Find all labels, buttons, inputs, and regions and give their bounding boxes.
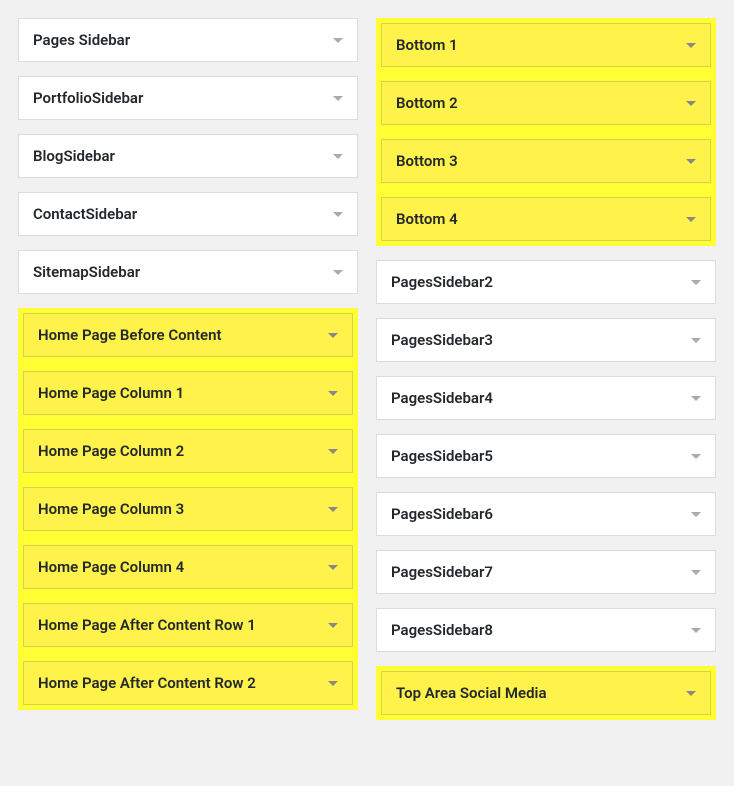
widget-area-home-column-3[interactable]: Home Page Column 3 <box>23 487 353 531</box>
widget-label: Top Area Social Media <box>396 684 678 702</box>
widget-label: Pages Sidebar <box>33 31 325 49</box>
widget-label: Bottom 4 <box>396 210 678 228</box>
widget-label: PagesSidebar2 <box>391 273 683 291</box>
widget-label: Bottom 1 <box>396 36 678 54</box>
widget-area-pages-sidebar-4[interactable]: PagesSidebar4 <box>376 376 716 420</box>
widget-label: PagesSidebar5 <box>391 447 683 465</box>
widget-label: Home Page Column 1 <box>38 384 320 402</box>
widget-area-bottom-2[interactable]: Bottom 2 <box>381 81 711 125</box>
widget-area-pages-sidebar[interactable]: Pages Sidebar <box>18 18 358 62</box>
chevron-down-icon <box>691 512 701 517</box>
chevron-down-icon <box>691 396 701 401</box>
widget-area-home-column-1[interactable]: Home Page Column 1 <box>23 371 353 415</box>
chevron-down-icon <box>328 507 338 512</box>
chevron-down-icon <box>328 623 338 628</box>
highlighted-group-top-area: Top Area Social Media <box>376 666 716 720</box>
chevron-down-icon <box>328 333 338 338</box>
widget-label: Bottom 3 <box>396 152 678 170</box>
widget-label: Home Page After Content Row 2 <box>38 674 320 692</box>
widget-area-home-column-4[interactable]: Home Page Column 4 <box>23 545 353 589</box>
chevron-down-icon <box>686 159 696 164</box>
widget-label: Home Page Column 4 <box>38 558 320 576</box>
widget-label: BlogSidebar <box>33 147 325 165</box>
widget-label: ContactSidebar <box>33 205 325 223</box>
chevron-down-icon <box>328 565 338 570</box>
widget-area-bottom-3[interactable]: Bottom 3 <box>381 139 711 183</box>
chevron-down-icon <box>686 691 696 696</box>
widget-label: PagesSidebar8 <box>391 621 683 639</box>
chevron-down-icon <box>328 449 338 454</box>
widget-area-pages-sidebar-5[interactable]: PagesSidebar5 <box>376 434 716 478</box>
widget-label: Bottom 2 <box>396 94 678 112</box>
highlighted-group-home-page: Home Page Before Content Home Page Colum… <box>18 308 358 710</box>
widget-area-blog-sidebar[interactable]: BlogSidebar <box>18 134 358 178</box>
chevron-down-icon <box>333 38 343 43</box>
right-column: Bottom 1 Bottom 2 Bottom 3 Bottom 4 Page… <box>376 18 716 720</box>
widget-areas-container: Pages Sidebar PortfolioSidebar BlogSideb… <box>0 0 734 738</box>
widget-label: Home Page Before Content <box>38 326 320 344</box>
chevron-down-icon <box>333 212 343 217</box>
widget-label: PagesSidebar4 <box>391 389 683 407</box>
chevron-down-icon <box>686 101 696 106</box>
widget-area-pages-sidebar-7[interactable]: PagesSidebar7 <box>376 550 716 594</box>
widget-area-pages-sidebar-3[interactable]: PagesSidebar3 <box>376 318 716 362</box>
chevron-down-icon <box>686 43 696 48</box>
chevron-down-icon <box>328 681 338 686</box>
widget-area-portfolio-sidebar[interactable]: PortfolioSidebar <box>18 76 358 120</box>
widget-area-home-after-row-1[interactable]: Home Page After Content Row 1 <box>23 603 353 647</box>
widget-label: Home Page Column 3 <box>38 500 320 518</box>
chevron-down-icon <box>691 280 701 285</box>
widget-area-contact-sidebar[interactable]: ContactSidebar <box>18 192 358 236</box>
widget-area-pages-sidebar-2[interactable]: PagesSidebar2 <box>376 260 716 304</box>
chevron-down-icon <box>333 154 343 159</box>
widget-area-sitemap-sidebar[interactable]: SitemapSidebar <box>18 250 358 294</box>
widget-area-home-column-2[interactable]: Home Page Column 2 <box>23 429 353 473</box>
chevron-down-icon <box>691 628 701 633</box>
highlighted-group-bottom: Bottom 1 Bottom 2 Bottom 3 Bottom 4 <box>376 18 716 246</box>
widget-area-bottom-1[interactable]: Bottom 1 <box>381 23 711 67</box>
widget-area-home-after-row-2[interactable]: Home Page After Content Row 2 <box>23 661 353 705</box>
widget-area-bottom-4[interactable]: Bottom 4 <box>381 197 711 241</box>
widget-area-pages-sidebar-8[interactable]: PagesSidebar8 <box>376 608 716 652</box>
chevron-down-icon <box>333 270 343 275</box>
widget-label: PagesSidebar3 <box>391 331 683 349</box>
chevron-down-icon <box>691 338 701 343</box>
chevron-down-icon <box>691 454 701 459</box>
chevron-down-icon <box>691 570 701 575</box>
widget-label: PortfolioSidebar <box>33 89 325 107</box>
chevron-down-icon <box>686 217 696 222</box>
widget-label: PagesSidebar7 <box>391 563 683 581</box>
left-column: Pages Sidebar PortfolioSidebar BlogSideb… <box>18 18 358 720</box>
widget-label: PagesSidebar6 <box>391 505 683 523</box>
widget-label: SitemapSidebar <box>33 263 325 281</box>
widget-label: Home Page Column 2 <box>38 442 320 460</box>
chevron-down-icon <box>328 391 338 396</box>
chevron-down-icon <box>333 96 343 101</box>
widget-area-top-area-social-media[interactable]: Top Area Social Media <box>381 671 711 715</box>
widget-area-home-before-content[interactable]: Home Page Before Content <box>23 313 353 357</box>
widget-label: Home Page After Content Row 1 <box>38 616 320 634</box>
widget-area-pages-sidebar-6[interactable]: PagesSidebar6 <box>376 492 716 536</box>
